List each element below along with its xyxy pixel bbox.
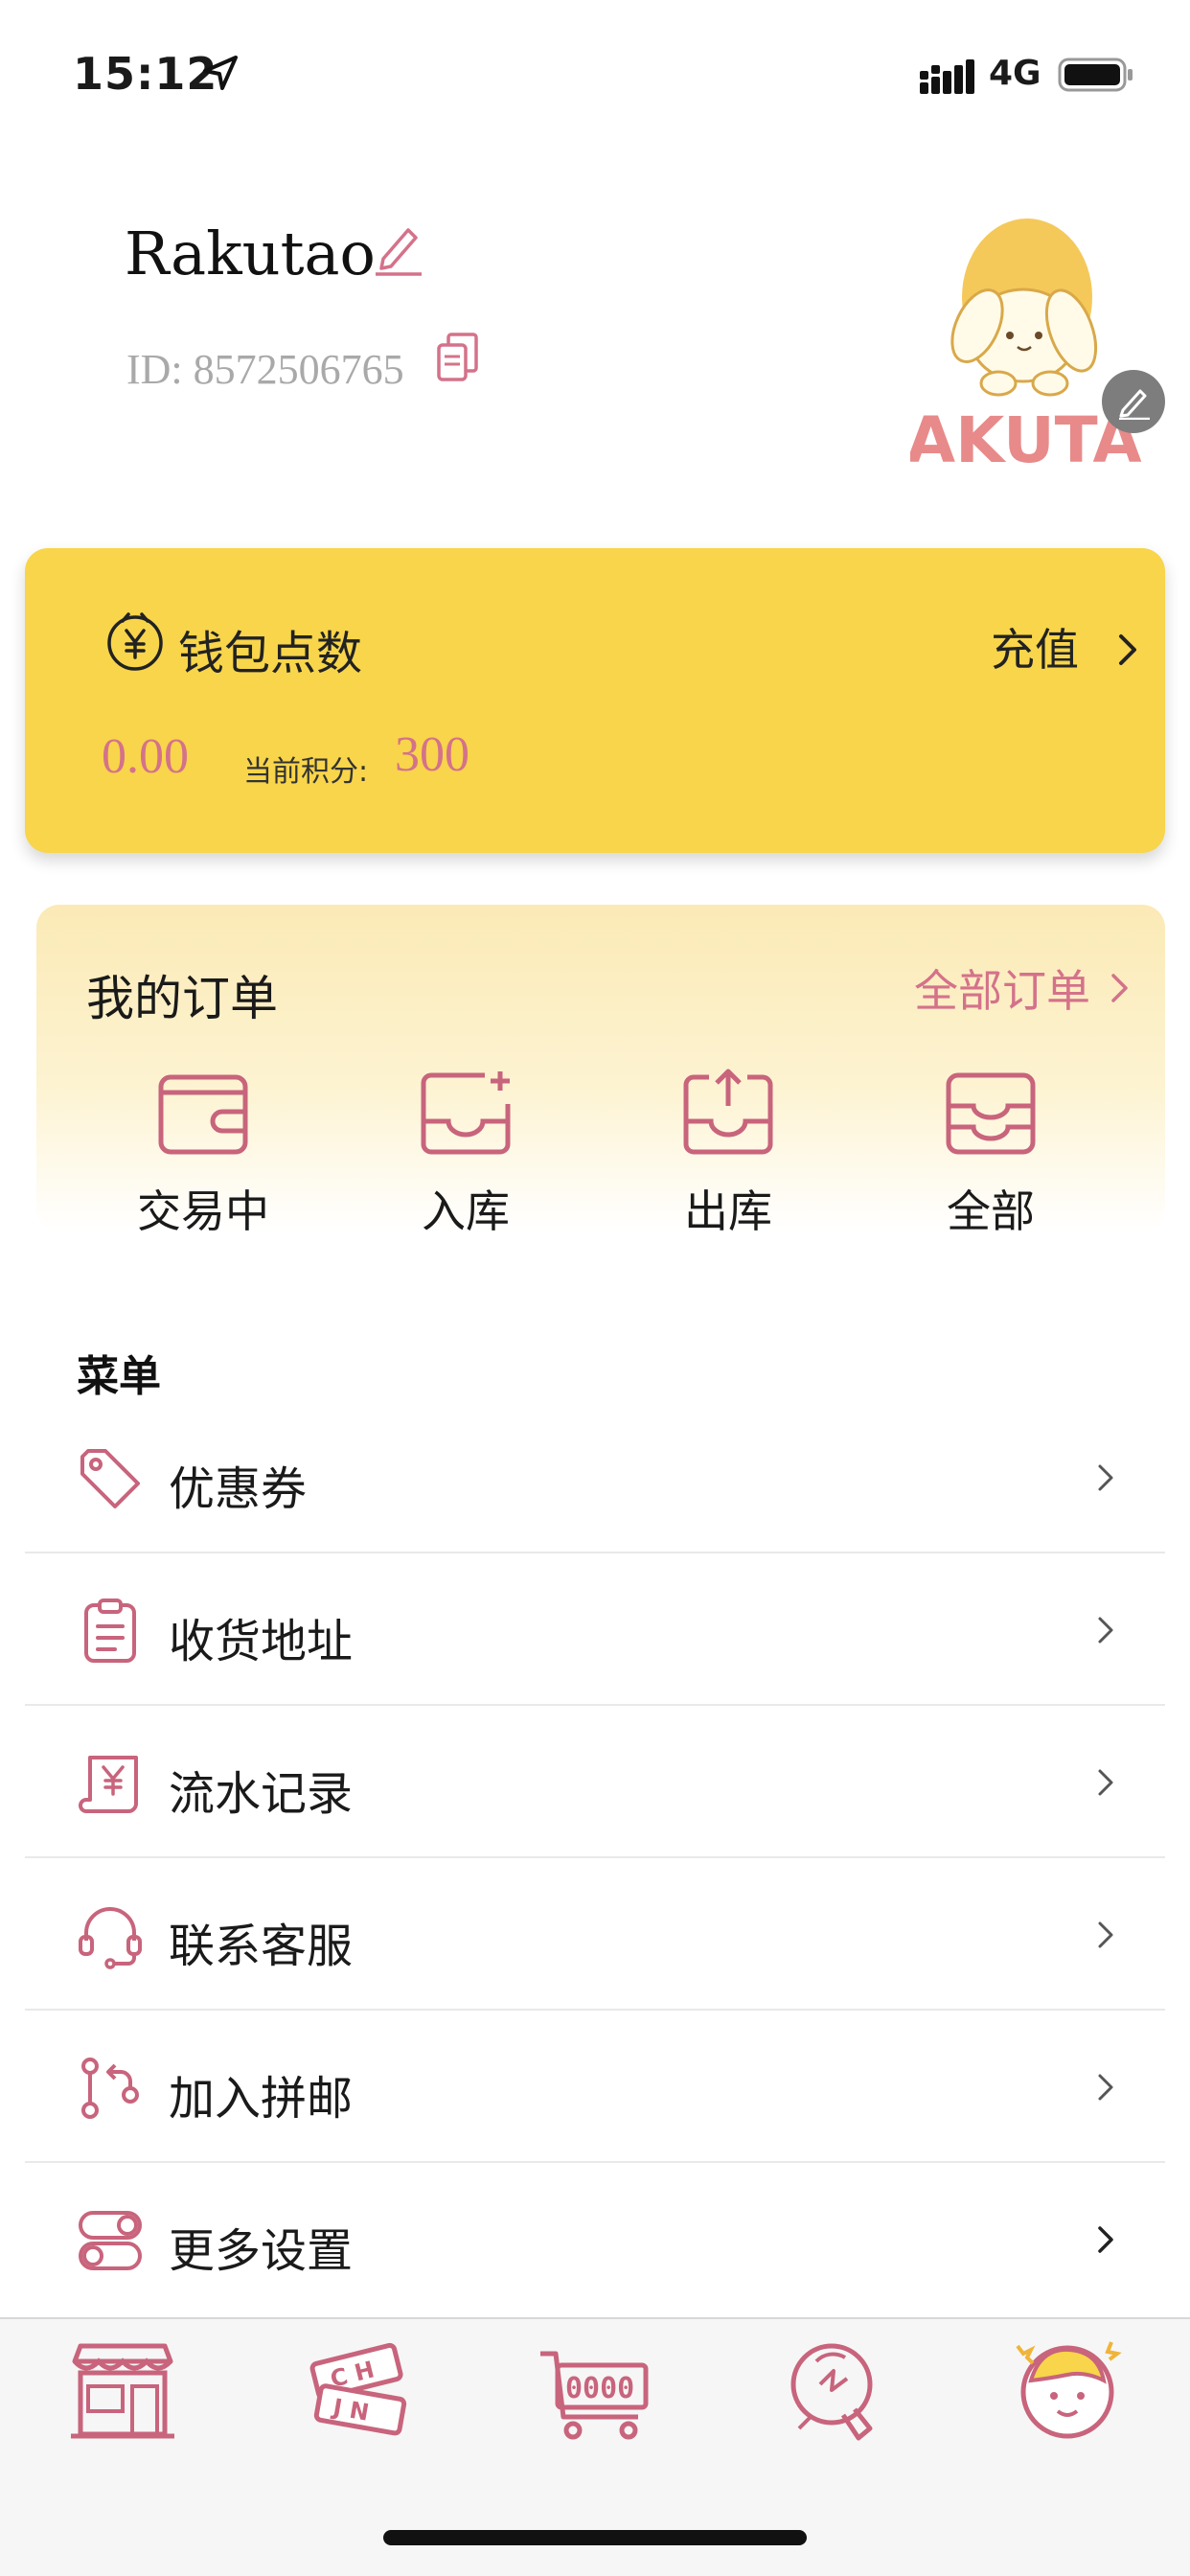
order-status-outbound[interactable]: 出库 (642, 1068, 814, 1237)
status-bar: 15:12 4G (0, 0, 1190, 144)
edit-name-pencil-icon[interactable] (374, 222, 423, 276)
profile-character-icon (1016, 2341, 1122, 2439)
chevron-right-icon (1098, 2226, 1113, 2253)
chevron-right-icon (1098, 1921, 1113, 1948)
points-value: 300 (395, 727, 469, 782)
home-indicator (383, 2530, 807, 2545)
order-status-label: 入库 (422, 1185, 510, 1237)
battery-icon (1058, 58, 1133, 92)
chevron-right-icon[interactable] (1110, 972, 1131, 1004)
menu-item-transaction-records[interactable]: 流水记录 (25, 1706, 1165, 1858)
order-status-all[interactable]: 全部 (904, 1068, 1077, 1237)
wallet-balance: 0.00 (102, 729, 189, 784)
menu-item-label: 流水记录 (169, 1767, 354, 1821)
orders-title: 我的订单 (86, 971, 278, 1026)
wallet-card[interactable]: 钱包点数 充值 0.00 当前积分: 300 (25, 548, 1165, 853)
cart-icon: 0000 (540, 2351, 649, 2440)
cellular-signal-icon (920, 59, 974, 94)
order-status-label: 交易中 (137, 1185, 269, 1237)
order-status-trading[interactable]: 交易中 (117, 1068, 289, 1237)
menu-item-label: 收货地址 (169, 1615, 354, 1668)
order-status-label: 出库 (684, 1185, 772, 1237)
location-arrow-icon (203, 56, 238, 90)
archive-icon (946, 1072, 1036, 1155)
network-type: 4G (989, 54, 1041, 93)
points-label: 当前积分: (243, 755, 369, 789)
receipt-scroll-icon (79, 1756, 138, 1813)
menu-heading: 菜单 (77, 1352, 161, 1401)
menu-item-label: 优惠券 (169, 1462, 308, 1516)
all-orders-link[interactable]: 全部订单 (914, 956, 1090, 1020)
menu-item-label: 更多设置 (169, 2224, 354, 2278)
pencil-icon (1119, 389, 1150, 420)
tab-profile[interactable] (1010, 2333, 1125, 2448)
copy-icon[interactable] (435, 332, 481, 383)
menu-list: 优惠券 收货地址 流水记录 联系客服 加入拼邮 更多设置 (25, 1401, 1165, 2315)
tab-tickets[interactable]: C H J N (301, 2333, 416, 2448)
chevron-right-icon (1098, 2074, 1113, 2101)
svg-text:0000: 0000 (565, 2372, 634, 2405)
clipboard-icon (84, 1598, 136, 1663)
menu-item-label: 联系客服 (169, 1920, 354, 1973)
order-status-label: 全部 (947, 1185, 1035, 1237)
yen-coin-icon (107, 612, 163, 671)
wallet-icon (158, 1074, 248, 1155)
menu-item-shipping-address[interactable]: 收货地址 (25, 1553, 1165, 1706)
menu-item-more-settings[interactable]: 更多设置 (25, 2163, 1165, 2315)
username: Rakutao (125, 218, 376, 288)
orders-card: 我的订单 全部订单 交易中 入库 出库 全部 (36, 905, 1165, 1237)
recharge-button[interactable]: 充值 (991, 615, 1079, 678)
menu-item-join-group-shipping[interactable]: 加入拼邮 (25, 2011, 1165, 2163)
outbox-upload-icon (683, 1069, 773, 1155)
merge-branch-icon (81, 2058, 139, 2119)
tickets-icon: C H J N (309, 2342, 407, 2436)
menu-item-customer-service[interactable]: 联系客服 (25, 1858, 1165, 2011)
tab-shop[interactable] (65, 2333, 180, 2448)
chevron-right-icon (1098, 1617, 1113, 1644)
avatar-edit-button[interactable] (1102, 370, 1165, 433)
user-id: ID: 8572506765 (126, 346, 404, 393)
status-time: 15:12 (73, 48, 218, 100)
menu-item-label: 加入拼邮 (169, 2072, 354, 2126)
toggle-settings-icon (79, 2211, 142, 2270)
chevron-right-icon (1098, 1464, 1113, 1491)
order-status-inbound[interactable]: 入库 (379, 1068, 552, 1237)
inbox-plus-icon (421, 1071, 511, 1155)
wallet-title: 钱包点数 (178, 627, 363, 680)
chevron-right-icon (1098, 1769, 1113, 1796)
tab-ideas[interactable] (778, 2333, 893, 2448)
tab-cart[interactable]: 0000 (537, 2333, 652, 2448)
headset-icon (79, 1907, 142, 1969)
chevron-right-icon[interactable] (1117, 632, 1140, 667)
shop-icon (71, 2343, 174, 2439)
avatar[interactable]: AKUTA (910, 211, 1159, 479)
menu-item-coupons[interactable]: 优惠券 (25, 1401, 1165, 1553)
idea-bulb-icon (790, 2343, 873, 2441)
tag-icon (80, 1449, 140, 1508)
